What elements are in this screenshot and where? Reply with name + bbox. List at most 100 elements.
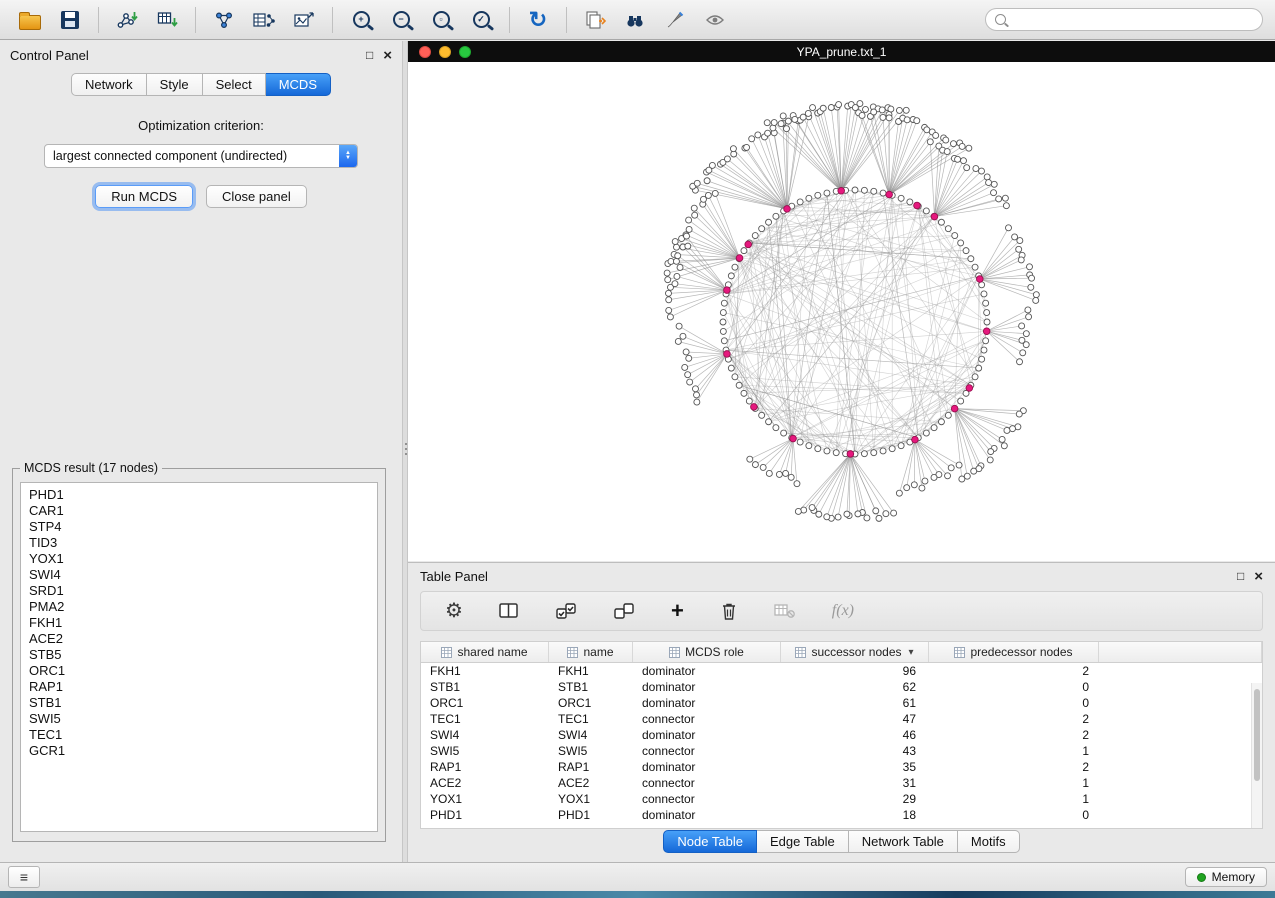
find-button[interactable] [617, 5, 653, 35]
save-session-button[interactable] [52, 5, 88, 35]
export-document-icon [583, 9, 607, 31]
table-cell: 2 [929, 711, 1099, 727]
table-row[interactable]: STB1STB1dominator620 [421, 679, 1262, 695]
import-table-button[interactable] [149, 5, 185, 35]
mcds-list-item[interactable]: PHD1 [29, 487, 369, 503]
main-toolbar: + − ▫ ✓ ↻ [0, 0, 1275, 40]
table-toolbar: ⚙ [420, 591, 1263, 631]
column-header-predecessor-nodes[interactable]: predecessor nodes [929, 642, 1099, 662]
close-traffic-light[interactable] [419, 46, 431, 58]
style-details-button[interactable] [657, 5, 693, 35]
mcds-list-item[interactable]: FKH1 [29, 615, 369, 631]
search-field[interactable] [985, 8, 1263, 31]
show-columns-button[interactable] [493, 601, 525, 621]
mcds-list-item[interactable]: CAR1 [29, 503, 369, 519]
delete-column-button[interactable] [714, 600, 744, 622]
tab-network-table[interactable]: Network Table [849, 830, 958, 853]
zoom-fit-button[interactable]: ▫ [423, 5, 459, 35]
mcds-list-item[interactable]: PMA2 [29, 599, 369, 615]
column-header-name[interactable]: name [549, 642, 633, 662]
deselect-all-button[interactable] [607, 600, 641, 622]
table-settings-button[interactable]: ⚙ [439, 600, 469, 622]
mcds-list-item[interactable]: GCR1 [29, 743, 369, 759]
eye-icon [703, 9, 727, 31]
float-window-icon[interactable]: □ [366, 49, 373, 61]
panel-menu-button[interactable]: ≡ [8, 866, 40, 888]
binoculars-icon [623, 9, 647, 31]
show-hide-graphics-button[interactable] [697, 5, 733, 35]
network-graph[interactable] [408, 62, 1275, 561]
table-row[interactable]: RAP1RAP1dominator352 [421, 759, 1262, 775]
network-window-titlebar[interactable]: YPA_prune.txt_1 [408, 41, 1275, 62]
zoom-in-button[interactable]: + [343, 5, 379, 35]
zoom-traffic-light[interactable] [459, 46, 471, 58]
tab-node-table[interactable]: Node Table [663, 830, 757, 853]
optimization-criterion-select[interactable]: largest connected component (undirected)… [44, 144, 358, 168]
table-scrollbar-thumb[interactable] [1254, 689, 1260, 781]
open-folder-icon [19, 15, 41, 30]
mcds-list-item[interactable]: RAP1 [29, 679, 369, 695]
mcds-list-item[interactable]: STP4 [29, 519, 369, 535]
memory-button[interactable]: Memory [1185, 867, 1267, 887]
table-cell: SWI4 [549, 727, 633, 743]
tab-edge-table[interactable]: Edge Table [757, 830, 849, 853]
table-row[interactable]: SWI5SWI5connector431 [421, 743, 1262, 759]
table-row[interactable]: PHD1PHD1dominator180 [421, 807, 1262, 823]
close-table-panel-icon[interactable]: × [1254, 569, 1263, 584]
column-header-mcds-role[interactable]: MCDS role [633, 642, 781, 662]
table-cell: dominator [633, 807, 781, 823]
menu-icon: ≡ [20, 869, 28, 885]
tab-style[interactable]: Style [147, 73, 203, 96]
mcds-list-item[interactable]: YOX1 [29, 551, 369, 567]
table-row[interactable]: YOX1YOX1connector291 [421, 791, 1262, 807]
table-cell: 2 [929, 727, 1099, 743]
table-row[interactable]: ACE2ACE2connector311 [421, 775, 1262, 791]
mcds-list-item[interactable]: SWI4 [29, 567, 369, 583]
zoom-out-icon: − [393, 11, 410, 28]
open-session-button[interactable] [12, 5, 48, 35]
add-column-button[interactable]: + [665, 599, 690, 623]
fx-icon: f(x) [832, 602, 854, 620]
mcds-list-item[interactable]: ORC1 [29, 663, 369, 679]
mcds-list-item[interactable]: TID3 [29, 535, 369, 551]
table-cell: SWI5 [421, 743, 549, 759]
table-row[interactable]: TEC1TEC1connector472 [421, 711, 1262, 727]
zoom-out-button[interactable]: − [383, 5, 419, 35]
mcds-list-item[interactable]: TEC1 [29, 727, 369, 743]
mcds-list-item[interactable]: STB5 [29, 647, 369, 663]
import-network-button[interactable] [109, 5, 145, 35]
table-scrollbar[interactable] [1251, 683, 1262, 828]
search-input[interactable] [1012, 12, 1253, 28]
minimize-traffic-light[interactable] [439, 46, 451, 58]
mcds-list-item[interactable]: ACE2 [29, 631, 369, 647]
zoom-selected-button[interactable]: ✓ [463, 5, 499, 35]
column-header-shared-name[interactable]: shared name [421, 642, 549, 662]
table-row[interactable]: ORC1ORC1dominator610 [421, 695, 1262, 711]
refresh-view-button[interactable]: ↻ [520, 5, 556, 35]
table-cell: 61 [781, 695, 929, 711]
float-table-panel-icon[interactable]: □ [1237, 570, 1244, 582]
mcds-list-item[interactable]: SWI5 [29, 711, 369, 727]
tab-select[interactable]: Select [203, 73, 266, 96]
table-column-icon [795, 647, 806, 658]
export-image-button[interactable] [286, 5, 322, 35]
table-row[interactable]: SWI4SWI4dominator462 [421, 727, 1262, 743]
column-header-successor-nodes[interactable]: successor nodes ▾ [781, 642, 929, 662]
tab-mcds[interactable]: MCDS [266, 73, 331, 96]
tab-network[interactable]: Network [71, 73, 147, 96]
table-cell: connector [633, 711, 781, 727]
close-window-icon[interactable]: × [383, 48, 392, 63]
table-row[interactable]: FKH1FKH1dominator962 [421, 663, 1262, 679]
tab-motifs[interactable]: Motifs [958, 830, 1020, 853]
network-canvas[interactable] [408, 62, 1275, 561]
select-all-button[interactable] [549, 600, 583, 622]
export-network-button[interactable] [577, 5, 613, 35]
new-network-button[interactable] [206, 5, 242, 35]
mcds-result-list[interactable]: PHD1CAR1STP4TID3YOX1SWI4SRD1PMA2FKH1ACE2… [20, 482, 378, 832]
run-mcds-button[interactable]: Run MCDS [95, 185, 193, 208]
mcds-list-item[interactable]: STB1 [29, 695, 369, 711]
mcds-list-item[interactable]: SRD1 [29, 583, 369, 599]
close-panel-button[interactable]: Close panel [206, 185, 307, 208]
optimization-criterion-label: Optimization criterion: [0, 118, 402, 133]
network-table-button[interactable] [246, 5, 282, 35]
